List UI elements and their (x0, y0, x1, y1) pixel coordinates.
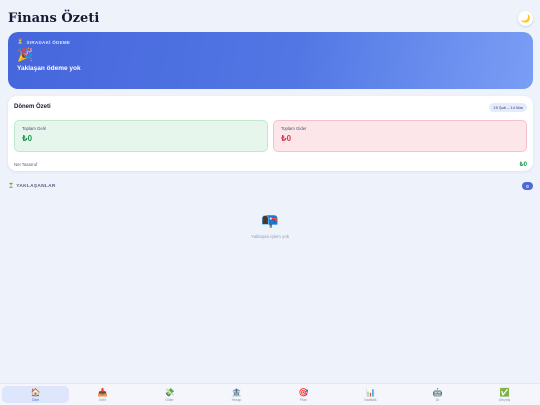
nav-item-summary[interactable]: 🏠 Özet (2, 386, 69, 403)
net-savings-label: Net Tasarruf (14, 162, 38, 167)
nav-item-account[interactable]: 🏦 Hesap (203, 386, 270, 403)
period-summary-card: Dönem Özeti 15 Şub – 14 Mar Toplam Gelir… (8, 96, 533, 171)
nav-label: Hesap (231, 397, 242, 402)
upcoming-title: YAKLAŞANLAR (16, 183, 56, 189)
nav-item-statistics[interactable]: 📊 İstatistik (337, 386, 404, 403)
total-income-value: ₺0 (22, 134, 33, 143)
total-expense-box: Toplam Gider ₺0 (273, 120, 527, 152)
empty-state-text: Yaklaşan işlem yok (250, 234, 290, 239)
nav-item-income[interactable]: 📥 Gelir (69, 386, 136, 403)
target-icon: 🎯 (298, 387, 309, 397)
net-savings-value: ₺0 (519, 162, 527, 168)
nav-label: Özet (31, 397, 40, 402)
moon-icon: 🌙 (520, 13, 531, 23)
nav-item-plan[interactable]: 🎯 Plan (270, 386, 337, 403)
page-title: Finans Özeti (8, 10, 100, 26)
bottom-navigation: 🏠 Özet 📥 Gelir 💸 Gider 🏦 Hesap 🎯 Plan 📊 … (0, 383, 540, 405)
nav-label: İstatistik (364, 397, 377, 402)
robot-icon: 🤖 (432, 387, 443, 397)
next-payment-label-row: ⏳ SIRADAKİ ÖDEME (17, 39, 524, 45)
bank-icon: 🏦 (231, 387, 242, 397)
check-mark-icon: ✅ (499, 387, 510, 397)
upcoming-empty-state: 📭 Yaklaşan işlem yok (0, 212, 540, 239)
nav-label: Plan (300, 397, 307, 402)
party-popper-icon: 🎉 (17, 47, 34, 62)
next-payment-card: ⏳ SIRADAKİ ÖDEME 🎉 Yaklaşan ödeme yok (8, 32, 533, 89)
period-summary-title: Dönem Özeti (14, 104, 51, 110)
hourglass-icon: ⏳ (8, 183, 15, 189)
mailbox-icon: 📭 (261, 212, 279, 228)
period-summary-header: Dönem Özeti 15 Şub – 14 Mar (14, 102, 527, 112)
nav-item-ai[interactable]: 🤖 AI (404, 386, 471, 403)
hourglass-icon: ⏳ (17, 39, 24, 45)
next-payment-message: Yaklaşan ödeme yok (17, 65, 81, 72)
upcoming-header: ⏳ YAKLAŞANLAR 0 (8, 181, 533, 191)
bar-chart-icon: 📊 (365, 387, 376, 397)
nav-label: Gelir (98, 397, 107, 402)
upcoming-count-badge: 0 (522, 182, 533, 190)
upcoming-title-row: ⏳ YAKLAŞANLAR (8, 184, 56, 189)
total-expense-value: ₺0 (281, 134, 292, 143)
total-income-label: Toplam Gelir (22, 126, 47, 131)
theme-toggle-button[interactable]: 🌙 (518, 10, 533, 26)
money-wings-icon: 💸 (164, 387, 175, 397)
inbox-tray-icon: 📥 (97, 387, 108, 397)
nav-item-history[interactable]: ✅ Geçmiş (471, 386, 538, 403)
total-expense-label: Toplam Gider (281, 126, 307, 131)
net-savings-row: Net Tasarruf ₺0 (14, 161, 527, 168)
nav-label: AI (435, 397, 440, 402)
nav-label: Gider (165, 397, 174, 402)
next-payment-label: SIRADAKİ ÖDEME (26, 39, 71, 45)
home-icon: 🏠 (30, 387, 41, 397)
total-income-box: Toplam Gelir ₺0 (14, 120, 268, 152)
app-header: Finans Özeti 🌙 (8, 8, 533, 28)
nav-label: Geçmiş (498, 397, 511, 402)
date-range-chip[interactable]: 15 Şub – 14 Mar (489, 102, 527, 112)
totals-row: Toplam Gelir ₺0 Toplam Gider ₺0 (14, 120, 527, 152)
nav-item-expense[interactable]: 💸 Gider (136, 386, 203, 403)
